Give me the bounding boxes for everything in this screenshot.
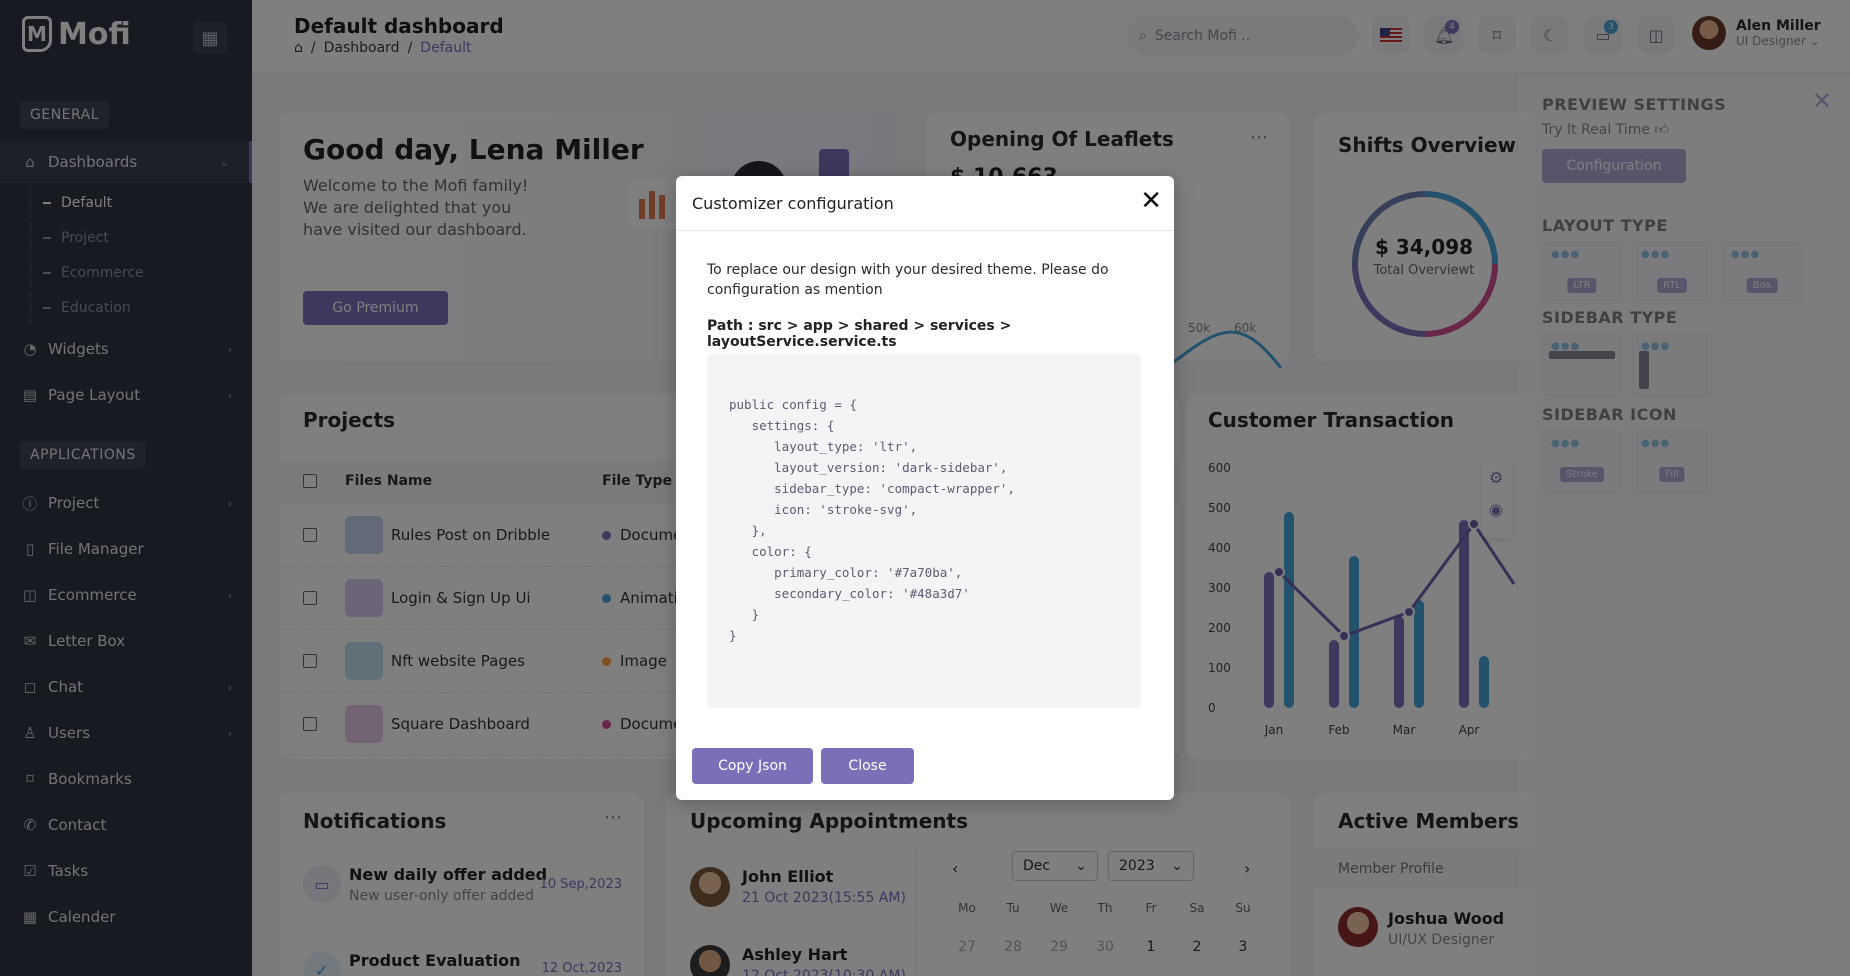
close-button[interactable]: Close (821, 748, 914, 784)
close-icon[interactable]: ✕ (1140, 188, 1162, 214)
customizer-modal: Customizer configuration ✕ To replace ou… (676, 176, 1174, 800)
modal-description: To replace our design with your desired … (707, 262, 1109, 298)
copy-json-button[interactable]: Copy Json (692, 748, 813, 784)
config-path: Path : src > app > shared > services > l… (707, 318, 1012, 350)
modal-title: Customizer configuration (676, 176, 1174, 231)
config-code-block: public config = { settings: { layout_typ… (707, 354, 1141, 708)
